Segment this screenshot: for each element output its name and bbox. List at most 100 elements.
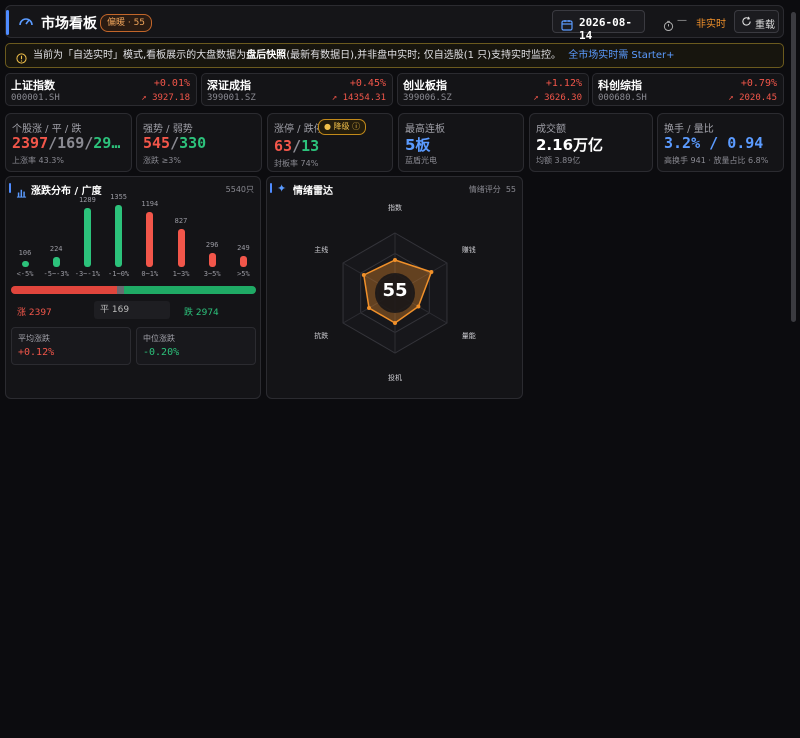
stat-label: 换手 / 量比 <box>664 124 714 135</box>
bar-category-label: >5% <box>237 270 250 278</box>
index-name: 科创综指 <box>598 79 642 92</box>
stat-label: 涨停 / 跌停 <box>274 124 324 135</box>
arrow-up-right-icon: ↗ <box>533 93 539 103</box>
stat-label: 强势 / 弱势 <box>143 124 193 135</box>
index-price: ↗ 3927.18 <box>141 93 190 103</box>
gauge-icon <box>18 14 34 34</box>
stat-sub: 均额 3.89亿 <box>536 156 581 165</box>
arrow-up-right-icon: ↗ <box>141 93 147 103</box>
bar-category-label: 3~5% <box>203 270 221 278</box>
header-bar: 市场看板 偏暖 · 55 2026-08-14 — 非实时 重载 <box>5 5 784 42</box>
distribution-bar <box>208 253 216 267</box>
stat-value: 545/330 <box>143 134 207 152</box>
stat-sub: 高换手 941 · 放量占比 6.8% <box>664 156 769 165</box>
timer-text: — <box>677 15 687 26</box>
index-card-sz[interactable]: 深证成指 399001.SZ +0.45% ↗ 14354.31 <box>201 73 393 106</box>
index-name: 深证成指 <box>207 79 251 92</box>
radar-axis-label: 抗跌 <box>314 331 329 340</box>
stat-card-streak: 最高连板 5板 蓝盾光电 <box>398 113 524 172</box>
flat-count-label: 平 169 <box>94 301 170 319</box>
distribution-bar <box>177 229 185 267</box>
stat-value: 5板 <box>405 136 431 154</box>
distribution-bar <box>52 256 60 267</box>
radar-axis-label: 指数 <box>388 203 402 212</box>
help-icon: ⓘ <box>352 122 361 131</box>
sentiment-radar-panel: ✦ 情绪雷达 情绪评分 55 指数 赚钱 量能 投机 抗跌 主线 55 <box>266 176 523 399</box>
stat-value: 3.2% / 0.94 <box>664 134 764 152</box>
radar-point <box>393 258 397 262</box>
index-change: +0.45% <box>349 78 386 89</box>
distribution-bar <box>146 212 154 267</box>
radar-axis-label: 量能 <box>461 331 476 340</box>
stat-card-turnover: 成交额 2.16万亿 均额 3.89亿 <box>529 113 653 172</box>
radar-point <box>429 270 434 274</box>
index-price: ↗ 3626.30 <box>533 93 582 103</box>
bar-category-label: -5~-3% <box>43 270 69 278</box>
notice-banner: 当前为「自选实时」模式,看板展示的大盘数据为盘后快照(最新有数据日),并非盘中实… <box>5 43 784 68</box>
avg-change-label: 平均涨跌 <box>18 334 50 343</box>
index-card-kc[interactable]: 科创综指 000680.SH +0.79% ↗ 2020.45 <box>592 73 784 106</box>
stat-value: 63/13 <box>274 137 320 155</box>
stat-sub: 涨跌 ≥3% <box>143 156 181 165</box>
bar-category-label: -3~-1% <box>74 270 101 278</box>
index-code: 000001.SH <box>11 93 60 103</box>
bar-value-label: 224 <box>49 244 63 253</box>
median-change-card: 中位涨跌 -0.20% <box>136 327 256 365</box>
timer-icon <box>663 16 674 35</box>
stat-card-breadth: 个股涨 / 平 / 跌 2397/169/29… 上涨率 43.3% <box>5 113 132 172</box>
median-change-value: -0.20% <box>143 347 180 358</box>
stat-card-strength: 强势 / 弱势 545/330 涨跌 ≥3% <box>136 113 262 172</box>
index-change: +1.12% <box>545 78 582 89</box>
index-code: 399001.SZ <box>207 93 256 103</box>
stat-label: 成交额 <box>536 124 566 135</box>
down-count-label: 跌 2974 <box>184 308 219 318</box>
index-change: +0.79% <box>740 78 777 89</box>
bar-value-label: 106 <box>18 249 32 257</box>
distribution-bar <box>21 261 29 267</box>
notice-highlight: 盘后快照 <box>246 50 287 61</box>
dot-icon: ● <box>324 122 331 131</box>
bar-value-label: 249 <box>237 243 250 252</box>
distribution-bar <box>83 208 91 267</box>
bar-value-label: 1194 <box>141 200 159 209</box>
radar-axis-label: 赚钱 <box>461 246 476 255</box>
avg-change-value: +0.12% <box>18 347 55 358</box>
breadth-flat-segment <box>117 286 125 294</box>
avg-change-card: 平均涨跌 +0.12% <box>11 327 131 365</box>
distribution-bar <box>115 205 123 267</box>
radar-point <box>393 321 397 325</box>
bar-category-label: -1~0% <box>108 270 130 278</box>
up-count-label: 涨 2397 <box>17 308 52 318</box>
index-code: 000680.SH <box>598 93 647 103</box>
page-scrollbar[interactable] <box>791 12 796 322</box>
refresh-icon <box>741 16 752 30</box>
bar-value-label: 827 <box>174 217 188 226</box>
index-card-cyb[interactable]: 创业板指 399006.SZ +1.12% ↗ 3626.30 <box>397 73 589 106</box>
radar-point <box>367 306 372 310</box>
bar-category-label: <-5% <box>16 270 34 278</box>
index-name: 创业板指 <box>403 79 447 92</box>
stat-value: 2.16万亿 <box>536 136 604 154</box>
median-change-label: 中位涨跌 <box>143 334 175 343</box>
realtime-status: 非实时 <box>696 19 726 30</box>
sentiment-badge: 偏暖 · 55 <box>100 14 153 32</box>
breadth-up-segment <box>11 286 118 294</box>
header-accent <box>6 10 9 35</box>
arrow-up-right-icon: ↗ <box>331 93 338 103</box>
radar-point <box>361 273 366 277</box>
stat-sub: 封板率 74% <box>274 159 319 168</box>
downgrade-badge[interactable]: ● 降级 ⓘ <box>318 119 367 135</box>
date-value: 2026-08-14 <box>579 16 632 42</box>
starter-upgrade-link[interactable]: 全市场实时需 Starter+ <box>568 50 674 61</box>
breadth-bar <box>11 286 256 294</box>
breadth-down-segment <box>124 286 256 294</box>
index-card-sh[interactable]: 上证指数 000001.SH +0.01% ↗ 3927.18 <box>5 73 197 106</box>
stat-sub: 上涨率 43.3% <box>12 156 64 165</box>
reload-button[interactable]: 重载 <box>734 10 779 33</box>
distribution-panel: 涨跌分布 / 广度 5540只 106 <-5% 224 -5~-3% 1289 -3~-… <box>5 176 261 399</box>
info-icon <box>16 50 27 67</box>
stat-label: 最高连板 <box>405 124 445 135</box>
date-picker[interactable]: 2026-08-14 <box>552 10 645 42</box>
index-change: +0.01% <box>153 78 190 89</box>
calendar-icon <box>561 16 573 35</box>
